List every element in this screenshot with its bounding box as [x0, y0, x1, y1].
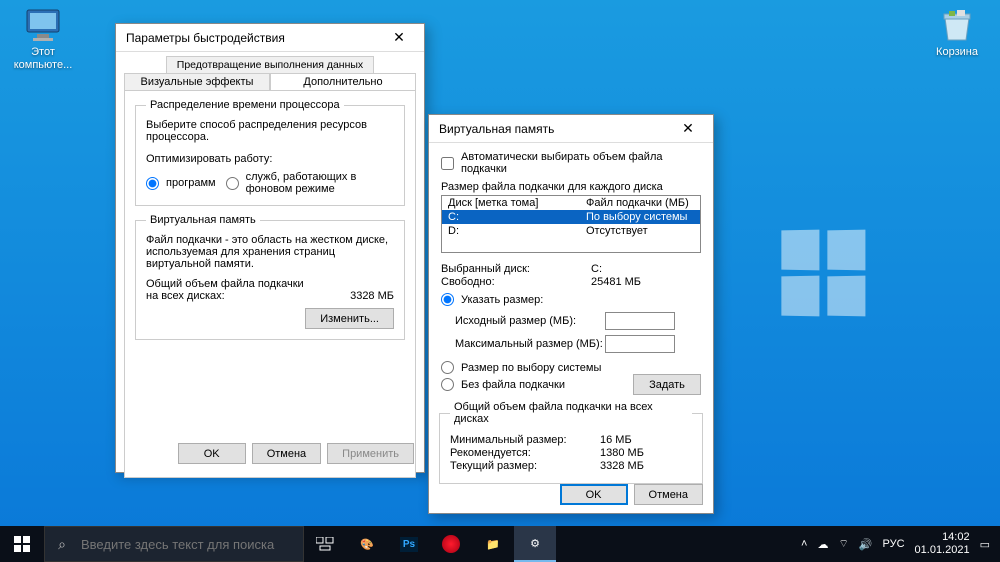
- radio-custom-size[interactable]: Указать размер:: [441, 293, 543, 306]
- taskbar-app-paint[interactable]: 🎨: [346, 526, 388, 562]
- tray-notifications-icon[interactable]: ▭: [980, 538, 990, 551]
- totals-group: Общий объем файла подкачки на всех диска…: [439, 401, 703, 484]
- maximum-size-input[interactable]: [605, 335, 675, 353]
- tab-dep[interactable]: Предотвращение выполнения данных: [166, 56, 374, 73]
- free-space-value: 25481 МБ: [591, 276, 641, 288]
- tray-volume-icon[interactable]: 🔊: [859, 538, 873, 551]
- col-pagefile: Файл подкачки (МБ): [580, 196, 700, 210]
- ok-button[interactable]: OK: [560, 484, 628, 505]
- drive-row[interactable]: D: Отсутствует: [442, 224, 700, 238]
- search-icon: ⌕: [45, 536, 79, 553]
- window-title: Виртуальная память: [439, 122, 669, 136]
- windows-icon: [14, 536, 30, 552]
- selected-drive-value: C:: [591, 263, 602, 275]
- gear-icon: ⚙: [530, 537, 540, 550]
- min-size-value: 16 МБ: [600, 434, 632, 446]
- palette-icon: 🎨: [360, 538, 374, 551]
- desktop-icon-recycle-bin[interactable]: Корзина: [920, 8, 994, 59]
- tab-visual-effects[interactable]: Визуальные эффекты: [124, 73, 270, 90]
- change-button[interactable]: Изменить...: [305, 308, 394, 329]
- group-legend: Общий объем файла подкачки на всех диска…: [450, 401, 692, 425]
- opera-icon: [442, 535, 460, 553]
- recycle-bin-icon: [937, 8, 977, 44]
- ps-icon: Ps: [400, 537, 418, 552]
- tray-clock[interactable]: 14:02 01.01.2021: [915, 531, 970, 557]
- titlebar[interactable]: Параметры быстродействия ✕: [116, 24, 424, 52]
- cancel-button[interactable]: Отмена: [634, 484, 703, 505]
- virtual-memory-dialog: Виртуальная память ✕ Автоматически выбир…: [428, 114, 714, 514]
- group-legend: Распределение времени процессора: [146, 99, 344, 111]
- free-space-label: Свободно:: [441, 276, 591, 288]
- tray-wifi-icon[interactable]: ⌔: [838, 537, 848, 551]
- desktop-icon-label: Корзина: [920, 46, 994, 59]
- ok-button[interactable]: OK: [178, 443, 246, 464]
- maximum-size-label: Максимальный размер (МБ):: [455, 338, 605, 350]
- system-tray: ˄ ☁ ⌔ 🔊 РУС 14:02 01.01.2021 ▭: [791, 526, 1000, 562]
- radio-system-managed[interactable]: Размер по выбору системы: [441, 361, 701, 374]
- taskbar-app-explorer[interactable]: 📁: [472, 526, 514, 562]
- tray-date: 01.01.2021: [915, 544, 970, 557]
- search-box[interactable]: ⌕: [44, 526, 304, 562]
- tray-chevron-up-icon[interactable]: ˄: [801, 538, 807, 550]
- tray-language[interactable]: РУС: [883, 538, 905, 550]
- size-each-label: Размер файла подкачки для каждого диска: [441, 181, 701, 193]
- vm-description: Файл подкачки - это область на жестком д…: [146, 234, 394, 270]
- checkbox-auto-manage[interactable]: Автоматически выбирать объем файла подка…: [441, 151, 701, 175]
- optimize-label: Оптимизировать работу:: [146, 153, 394, 165]
- performance-options-dialog: Параметры быстродействия ✕ Предотвращени…: [115, 23, 425, 473]
- processor-scheduling-group: Распределение времени процессора Выберит…: [135, 99, 405, 206]
- radio-no-paging-file[interactable]: Без файла подкачки: [441, 378, 565, 391]
- initial-size-label: Исходный размер (МБ):: [455, 315, 605, 327]
- apply-button[interactable]: Применить: [327, 443, 414, 464]
- tray-onedrive-icon[interactable]: ☁: [817, 538, 828, 551]
- set-button[interactable]: Задать: [633, 374, 701, 395]
- drive-row[interactable]: C: По выбору системы: [442, 210, 700, 224]
- tray-time: 14:02: [915, 531, 970, 544]
- task-view-button[interactable]: [304, 526, 346, 562]
- start-button[interactable]: [0, 526, 44, 562]
- min-size-label: Минимальный размер:: [450, 434, 600, 446]
- window-title: Параметры быстродействия: [126, 31, 380, 45]
- monitor-icon: [23, 8, 63, 44]
- taskbar-app-settings[interactable]: ⚙: [514, 526, 556, 562]
- taskbar-app-photoshop[interactable]: Ps: [388, 526, 430, 562]
- desktop-icon-label: Этот компьюте...: [6, 46, 80, 72]
- radio-background-services[interactable]: служб, работающих в фоновом режиме: [226, 171, 394, 195]
- total-pagefile-label: Общий объем файла подкачки на всех диска…: [146, 278, 306, 302]
- tab-advanced[interactable]: Дополнительно: [270, 73, 416, 90]
- current-size-value: 3328 МБ: [600, 460, 644, 472]
- current-size-label: Текущий размер:: [450, 460, 600, 472]
- selected-drive-label: Выбранный диск:: [441, 263, 591, 275]
- initial-size-input[interactable]: [605, 312, 675, 330]
- help-text: Выберите способ распределения ресурсов п…: [146, 119, 394, 143]
- wallpaper-windows-logo: [780, 230, 870, 320]
- folder-icon: 📁: [486, 538, 500, 551]
- drive-list[interactable]: Диск [метка тома] Файл подкачки (МБ) C: …: [441, 195, 701, 253]
- close-button[interactable]: ✕: [669, 118, 707, 140]
- recommended-label: Рекомендуется:: [450, 447, 600, 459]
- total-pagefile-value: 3328 МБ: [350, 290, 394, 302]
- cancel-button[interactable]: Отмена: [252, 443, 321, 464]
- titlebar[interactable]: Виртуальная память ✕: [429, 115, 713, 143]
- taskbar: ⌕ 🎨 Ps 📁 ⚙ ˄ ☁ ⌔ 🔊 РУС 14:02 01.01.2021 …: [0, 526, 1000, 562]
- taskbar-app-opera[interactable]: [430, 526, 472, 562]
- recommended-value: 1380 МБ: [600, 447, 644, 459]
- col-drive: Диск [метка тома]: [442, 196, 580, 210]
- desktop-icon-this-pc[interactable]: Этот компьюте...: [6, 8, 80, 72]
- task-view-icon: [316, 537, 334, 551]
- search-input[interactable]: [79, 536, 303, 553]
- virtual-memory-group: Виртуальная память Файл подкачки - это о…: [135, 214, 405, 340]
- group-legend: Виртуальная память: [146, 214, 260, 226]
- close-button[interactable]: ✕: [380, 27, 418, 49]
- radio-programs[interactable]: программ: [146, 177, 216, 190]
